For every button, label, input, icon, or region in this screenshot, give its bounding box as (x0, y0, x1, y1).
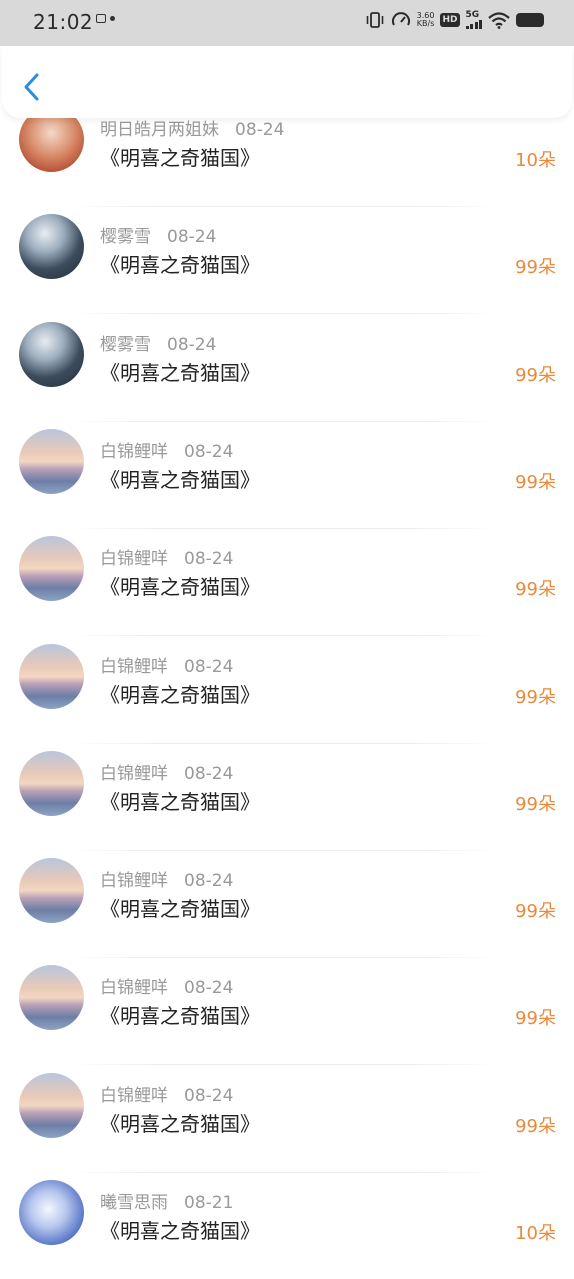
net-speed: 3.60 KB/s (417, 12, 435, 28)
notification-icons (96, 14, 115, 23)
book-title: 《明喜之奇猫国》 (100, 1004, 260, 1029)
avatar[interactable] (19, 214, 84, 280)
signal-bars-icon (465, 20, 482, 29)
gift-date: 08-24 (184, 656, 234, 677)
gift-date: 08-24 (167, 334, 217, 355)
sender-name-text: 明日皓月两姐妹 (100, 120, 219, 140)
notification-dot-icon (110, 16, 115, 21)
gift-date: 08-24 (184, 763, 234, 784)
gift-date: 08-24 (184, 978, 234, 999)
sender-name: 曦雪思雨 08-21 (100, 1188, 233, 1213)
flower-amount: 99朵 (515, 471, 556, 493)
list-item[interactable]: 樱雾雪 08-24 《明喜之奇猫国》 99朵 (0, 315, 574, 422)
list-item[interactable]: 白锦鲤咩 08-24 《明喜之奇猫国》 99朵 (0, 422, 574, 529)
avatar[interactable] (19, 321, 84, 387)
sender-name: 樱雾雪 08-24 (100, 330, 216, 355)
message-notification-icon (96, 14, 106, 23)
avatar[interactable] (19, 858, 84, 924)
flower-amount: 10朵 (515, 1223, 556, 1244)
sender-name: 白锦鲤咩 08-24 (100, 759, 233, 784)
sender-name-text: 白锦鲤咩 (100, 978, 168, 999)
sender-name-text: 白锦鲤咩 (100, 549, 168, 570)
book-title: 《明喜之奇猫国》 (100, 575, 260, 600)
sender-name: 白锦鲤咩 08-24 (100, 437, 233, 462)
flower-amount: 99朵 (515, 579, 556, 601)
sender-name-text: 白锦鲤咩 (100, 1085, 168, 1106)
sender-name-text: 樱雾雪 (100, 334, 151, 355)
sender-name-text: 白锦鲤咩 (100, 441, 168, 462)
vibrate-icon (366, 12, 383, 28)
book-title: 《明喜之奇猫国》 (100, 1111, 260, 1136)
system-icons: 3.60 KB/s HD 5G (365, 11, 544, 29)
network-type-label: 5G (465, 10, 480, 20)
sender-name-text: 白锦鲤咩 (100, 656, 168, 677)
gift-date: 08-24 (184, 1085, 234, 1106)
book-title: 《明喜之奇猫国》 (100, 360, 260, 385)
list-item[interactable]: 樱雾雪 08-24 《明喜之奇猫国》 99朵 (0, 207, 574, 315)
speedometer-icon (391, 12, 410, 26)
sender-name-text: 樱雾雪 (100, 227, 151, 248)
sender-name: 明日皓月两姐妹 08-24 (100, 118, 284, 140)
avatar[interactable] (19, 1072, 84, 1138)
flower-amount: 99朵 (515, 1115, 556, 1137)
sender-name: 白锦鲤咩 08-24 (100, 866, 233, 891)
flower-amount: 99朵 (515, 793, 556, 815)
avatar[interactable] (19, 118, 84, 172)
avatar[interactable] (19, 643, 84, 709)
sender-name: 白锦鲤咩 08-24 (100, 1081, 233, 1106)
net-speed-unit: KB/s (416, 19, 435, 28)
list-item[interactable]: 明日皓月两姐妹 08-24 《明喜之奇猫国》 10朵 (0, 118, 574, 207)
list-item[interactable]: 白锦鲤咩 08-24 《明喜之奇猫国》 99朵 (0, 1066, 574, 1173)
flower-amount: 10朵 (515, 150, 556, 171)
sender-name: 白锦鲤咩 08-24 (100, 973, 233, 998)
book-title: 《明喜之奇猫国》 (100, 467, 260, 492)
wifi-icon (488, 11, 510, 29)
hd-badge: HD (440, 13, 460, 27)
avatar[interactable] (19, 1180, 84, 1245)
flower-amount: 99朵 (515, 686, 556, 708)
sender-name-text: 白锦鲤咩 (100, 763, 168, 784)
sender-name-text: 白锦鲤咩 (100, 871, 168, 892)
status-bar: 21:02 3.60 KB/s HD 5G (0, 0, 574, 46)
battery-icon (516, 13, 544, 27)
gift-date: 08-24 (167, 227, 217, 248)
list-item[interactable]: 白锦鲤咩 08-24 《明喜之奇猫国》 99朵 (0, 637, 574, 744)
list-item[interactable]: 白锦鲤咩 08-24 《明喜之奇猫国》 99朵 (0, 958, 574, 1066)
list-item[interactable]: 白锦鲤咩 08-24 《明喜之奇猫国》 99朵 (0, 851, 574, 959)
sender-name: 白锦鲤咩 08-24 (100, 652, 233, 677)
sender-name: 白锦鲤咩 08-24 (100, 544, 233, 569)
avatar[interactable] (19, 536, 84, 602)
book-title: 《明喜之奇猫国》 (100, 897, 260, 922)
avatar[interactable] (19, 750, 84, 816)
gift-date: 08-24 (184, 871, 234, 892)
avatar[interactable] (19, 428, 84, 494)
list-item[interactable]: 白锦鲤咩 08-24 《明喜之奇猫国》 99朵 (0, 529, 574, 637)
flower-amount: 99朵 (515, 257, 556, 279)
sender-name-text: 曦雪思雨 (100, 1193, 168, 1213)
flower-amount: 99朵 (515, 1008, 556, 1030)
book-title: 《明喜之奇猫国》 (100, 682, 260, 707)
book-title: 《明喜之奇猫国》 (100, 1219, 260, 1243)
book-title: 《明喜之奇猫国》 (100, 146, 260, 170)
flower-amount: 99朵 (515, 364, 556, 386)
sender-name: 樱雾雪 08-24 (100, 222, 216, 247)
gift-record-list: 明日皓月两姐妹 08-24 《明喜之奇猫国》 10朵 樱雾雪 08-24 《明喜之奇猫国》 9… (0, 118, 574, 1279)
gift-date: 08-24 (235, 120, 285, 140)
back-chevron-icon[interactable] (20, 72, 44, 102)
list-item[interactable]: 曦雪思雨 08-21 《明喜之奇猫国》 10朵 (0, 1173, 574, 1279)
status-time: 21:02 (33, 10, 94, 34)
avatar[interactable] (19, 965, 84, 1031)
gift-date: 08-24 (184, 441, 234, 462)
list-item[interactable]: 白锦鲤咩 08-24 《明喜之奇猫国》 99朵 (0, 744, 574, 851)
nav-bar (2, 46, 572, 118)
gift-date: 08-24 (184, 549, 234, 570)
cellular-signal: 5G (465, 10, 482, 29)
book-title: 《明喜之奇猫国》 (100, 253, 260, 278)
book-title: 《明喜之奇猫国》 (100, 789, 260, 814)
flower-amount: 99朵 (515, 901, 556, 923)
gift-date: 08-21 (184, 1193, 234, 1213)
